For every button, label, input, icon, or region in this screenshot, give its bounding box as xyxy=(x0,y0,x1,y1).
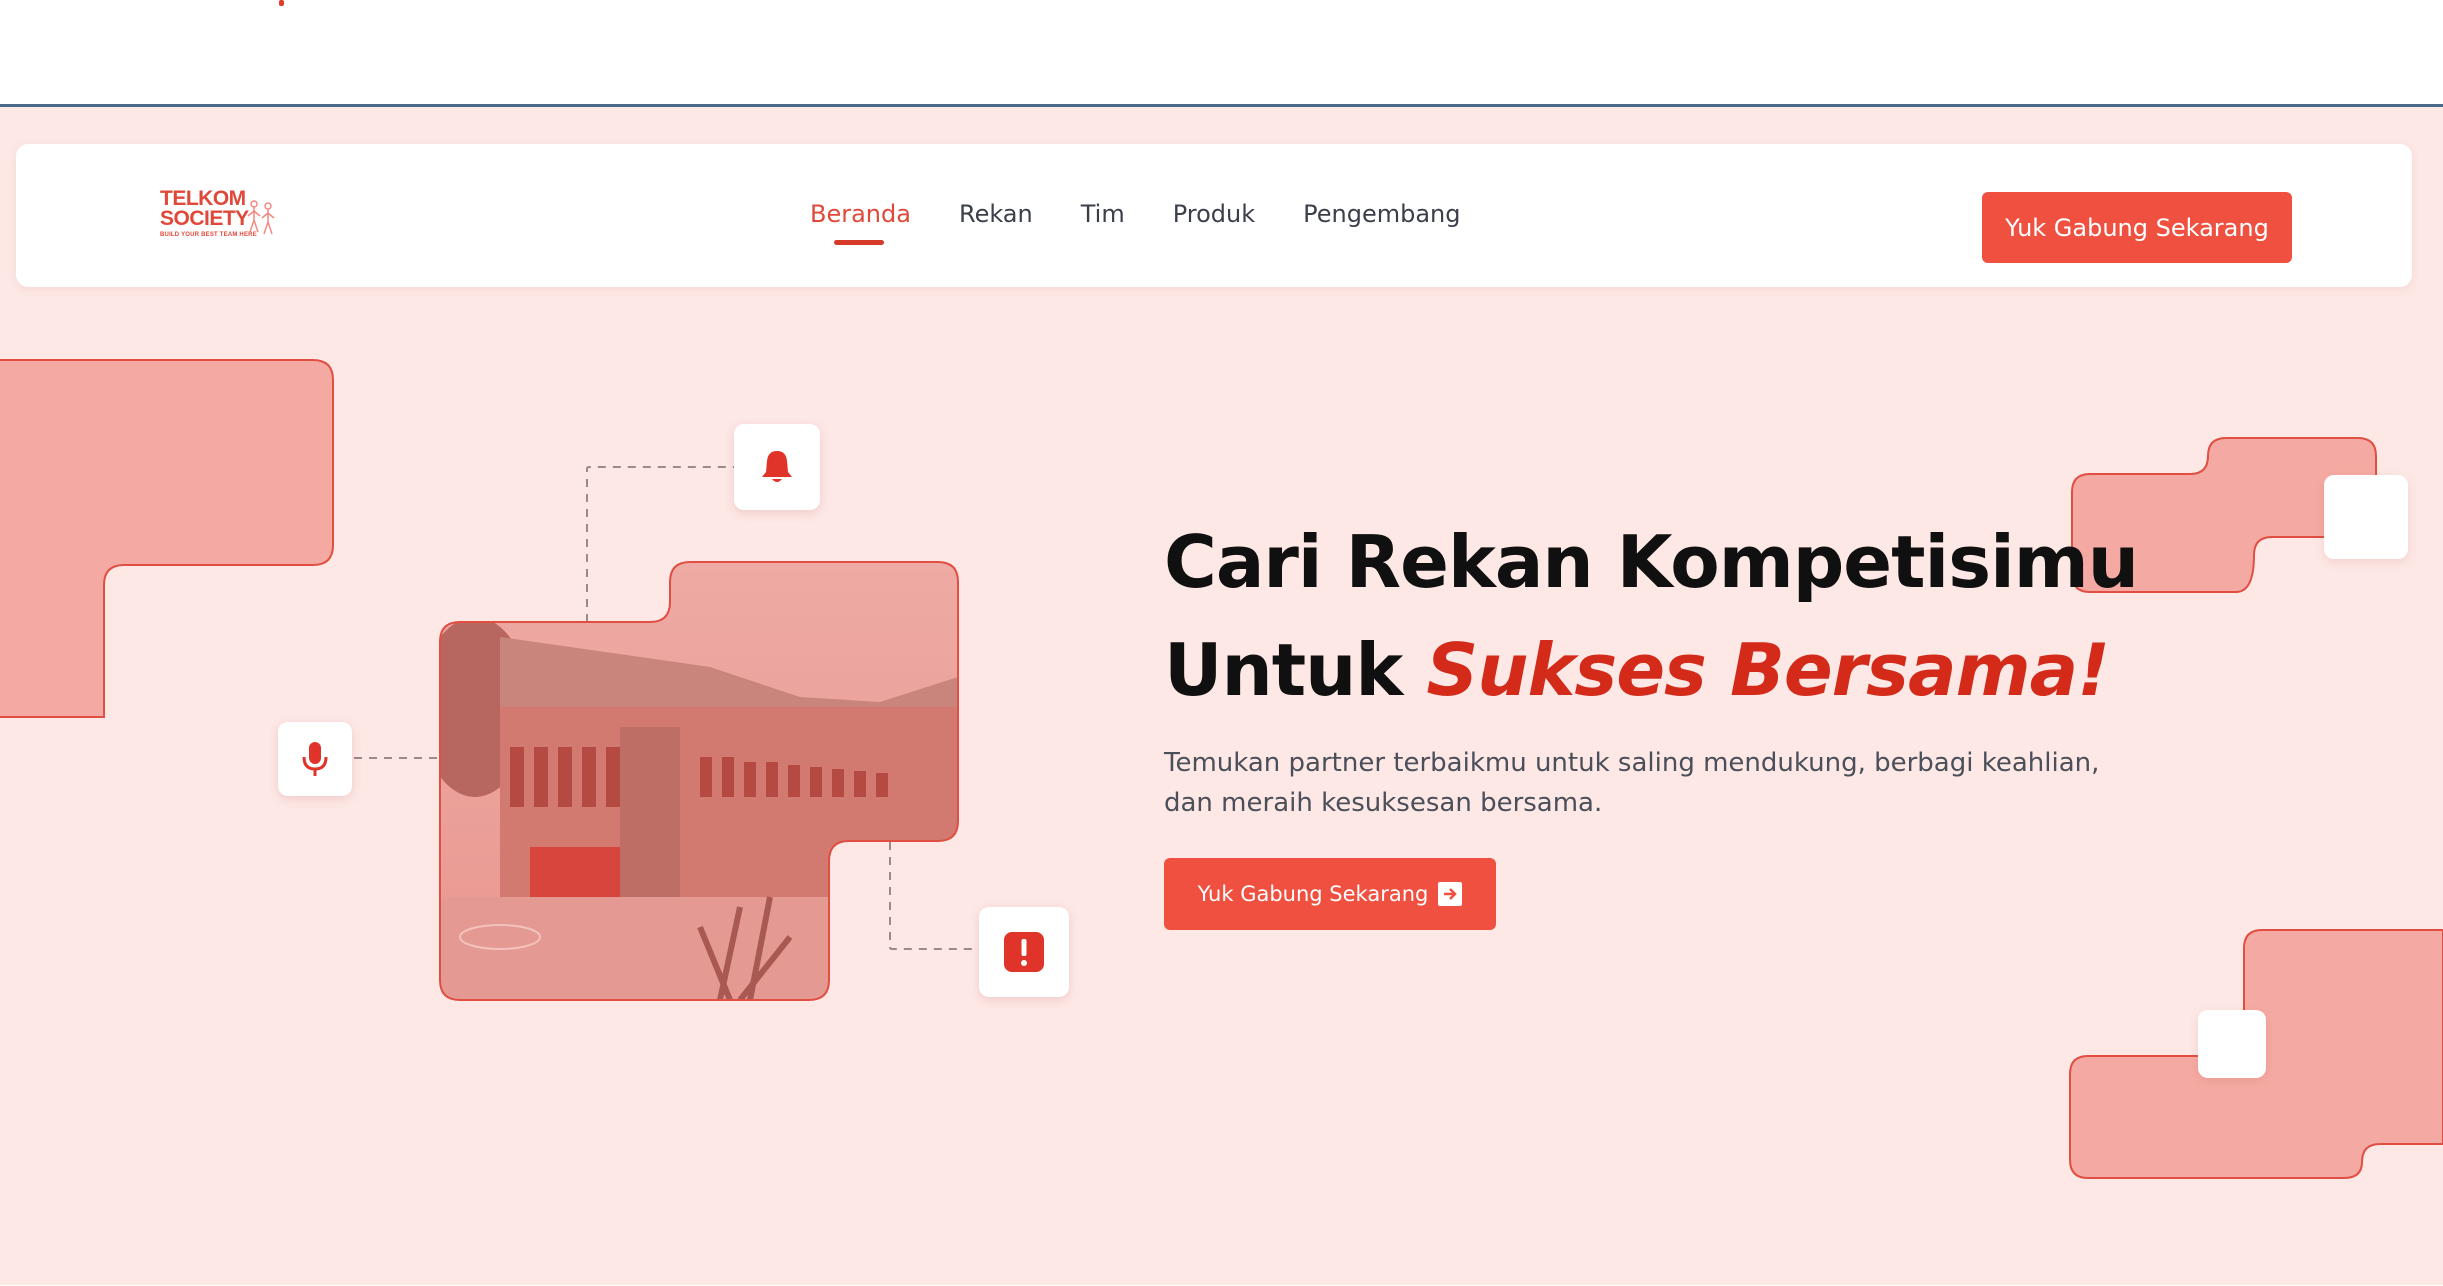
nav-item-produk[interactable]: Produk xyxy=(1173,200,1255,228)
connector-alert xyxy=(889,842,980,950)
alert-card xyxy=(979,907,1069,997)
microphone-card xyxy=(278,722,352,796)
bell-icon xyxy=(762,451,792,482)
logo-line2: SOCIETY xyxy=(160,207,249,230)
nav-item-rekan[interactable]: Rekan xyxy=(959,200,1033,228)
cursor-marker xyxy=(279,0,284,6)
bell-card xyxy=(734,424,820,510)
decorative-card-top xyxy=(2324,475,2408,559)
telkom-society-logo[interactable]: TELKOM SOCIETY BUILD YOUR BEST TEAM HERE xyxy=(144,188,284,248)
nav-item-label: Rekan xyxy=(958,200,1033,228)
school-photo xyxy=(440,562,958,1000)
alert-icon xyxy=(1004,932,1044,972)
main-navigation: Beranda Rekan Tim Produk Pengembang xyxy=(810,200,1508,245)
hero-description: Temukan partner terbaikmu untuk saling m… xyxy=(1164,748,2100,818)
join-now-button-nav[interactable]: Yuk Gabung Sekarang xyxy=(1982,192,2292,263)
nav-item-label: Produk xyxy=(1172,200,1256,228)
logo-tagline: BUILD YOUR BEST TEAM HERE xyxy=(160,232,257,238)
nav-item-label: Beranda xyxy=(810,200,911,228)
hero-headline: Cari Rekan Kompetisimu Untuk Sukses Bers… xyxy=(1164,508,2139,724)
decorative-card-bottom xyxy=(2198,1010,2266,1078)
headline-line2-plain: Untuk xyxy=(1164,628,1427,712)
headline-accent: Sukses Bersama! xyxy=(1426,628,2110,712)
join-now-button-hero[interactable]: Yuk Gabung Sekarang xyxy=(1164,858,1496,930)
nav-item-beranda[interactable]: Beranda xyxy=(810,200,911,245)
nav-item-label: Pengembang xyxy=(1303,200,1461,228)
headline-line1: Cari Rekan Kompetisimu xyxy=(1164,520,2139,604)
nav-item-pengembang[interactable]: Pengembang xyxy=(1303,200,1460,228)
microphone-icon xyxy=(302,742,328,776)
nav-item-tim[interactable]: Tim xyxy=(1081,200,1125,228)
navbar: TELKOM SOCIETY BUILD YOUR BEST TEAM HERE… xyxy=(16,144,2412,287)
nav-item-label: Tim xyxy=(1080,200,1125,228)
cta-label: Yuk Gabung Sekarang xyxy=(1197,882,1429,906)
team-figures-icon xyxy=(247,200,275,235)
hero-section: TELKOM SOCIETY BUILD YOUR BEST TEAM HERE… xyxy=(0,107,2443,1285)
browser-top-area xyxy=(0,0,2443,104)
deco-shape-top-left xyxy=(0,359,334,718)
arrow-right-icon xyxy=(1438,882,1463,906)
active-indicator xyxy=(834,240,884,245)
